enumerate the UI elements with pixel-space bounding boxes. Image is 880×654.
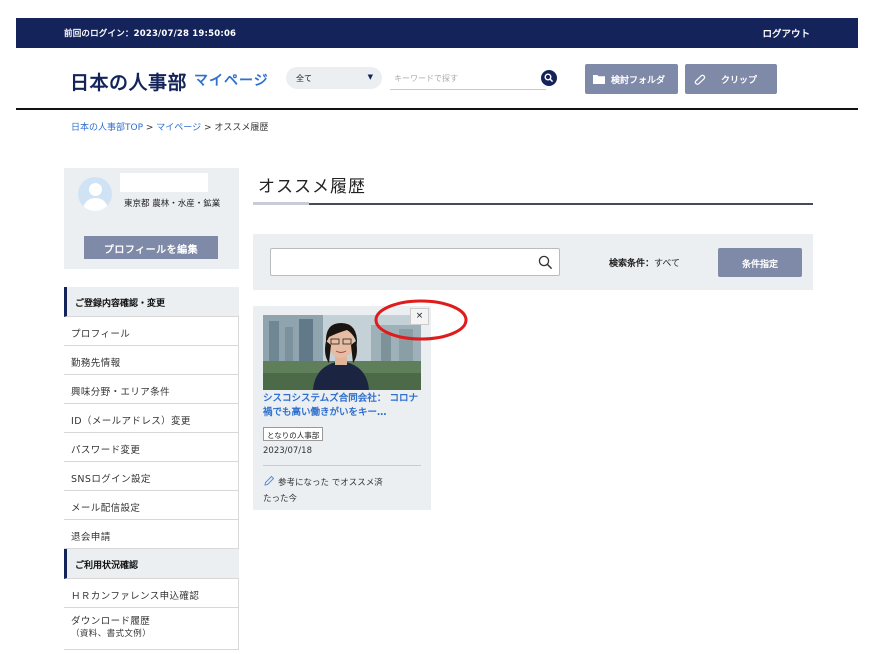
- sidebar-nav: ご登録内容確認・変更 プロフィール 勤務先情報 興味分野・エリア条件 ID（メー…: [64, 287, 239, 650]
- sidebar-item-withdraw[interactable]: 退会申請: [64, 520, 239, 549]
- title-underline: [253, 202, 813, 205]
- sidebar-item-hr-conference[interactable]: ＨＲカンファレンス申込確認: [64, 579, 239, 608]
- avatar-head: [89, 183, 102, 196]
- profile-panel: 東京都 農林・水産・鉱業 プロフィールを編集: [64, 168, 239, 269]
- mypage-link[interactable]: マイページ: [194, 70, 269, 90]
- sidebar-item-mail-settings[interactable]: メール配信設定: [64, 491, 239, 520]
- article-thumbnail[interactable]: [263, 315, 421, 390]
- site-header: 日本の人事部 マイページ 全て ▼ キーワードで探す 検討フォルダ クリップ: [16, 48, 858, 110]
- title-underline-accent: [253, 202, 309, 205]
- paperclip-icon: [694, 74, 706, 85]
- sidebar-item-password[interactable]: パスワード変更: [64, 433, 239, 462]
- article-date: 2023/07/18: [263, 446, 312, 456]
- recommend-card[interactable]: × シスコシステムズ合同会社： コロナ禍でも高い働きがいをキー… となりの人事部…: [253, 306, 431, 510]
- breadcrumb-mypage-link[interactable]: マイページ: [156, 123, 201, 133]
- sidebar-item-workplace[interactable]: 勤務先情報: [64, 346, 239, 375]
- breadcrumb-separator: >: [201, 123, 215, 133]
- card-close-button[interactable]: ×: [410, 308, 429, 325]
- keyword-search-input[interactable]: キーワードで探す: [390, 67, 546, 90]
- card-divider: [263, 465, 421, 466]
- page-title: オススメ履歴: [258, 177, 366, 197]
- category-select[interactable]: 全て ▼: [286, 67, 382, 89]
- category-select-value: 全て: [296, 74, 312, 83]
- breadcrumb-separator: >: [143, 123, 157, 133]
- clip-label: クリップ: [721, 75, 758, 86]
- search-icon[interactable]: [538, 255, 553, 270]
- condition-button[interactable]: 条件指定: [718, 248, 802, 277]
- clip-button[interactable]: クリップ: [685, 64, 777, 94]
- search-button[interactable]: [541, 70, 557, 86]
- last-login-text: 前回のログイン：2023/07/28 19:50:06: [64, 29, 237, 39]
- sidebar-item-download-history[interactable]: ダウンロード履歴 （資料、書式文例）: [64, 608, 239, 650]
- filter-panel: 検索条件：すべて 条件指定: [253, 234, 813, 290]
- search-condition: 検索条件：すべて: [609, 256, 680, 269]
- download-history-label: ダウンロード履歴: [71, 616, 151, 627]
- search-icon: [544, 73, 554, 83]
- avatar: [78, 177, 112, 211]
- sidebar-item-sns-login[interactable]: SNSログイン設定: [64, 462, 239, 491]
- folder-icon: [593, 75, 605, 84]
- search-condition-label: 検索条件：: [609, 259, 655, 269]
- download-history-sub: （資料、書式文例）: [71, 629, 152, 639]
- review-folder-label: 検討フォルダ: [611, 75, 666, 86]
- sidebar-section-usage: ご利用状況確認: [64, 549, 239, 579]
- user-name-box: [120, 173, 208, 192]
- article-title-link[interactable]: シスコシステムズ合同会社： コロナ禍でも高い働きがいをキー…: [263, 392, 423, 420]
- edit-profile-button[interactable]: プロフィールを編集: [84, 236, 218, 259]
- recommend-note: 参考になった でオススメ済 たった今: [263, 475, 423, 507]
- history-search-input[interactable]: [270, 248, 560, 276]
- site-logo[interactable]: 日本の人事部: [70, 68, 187, 95]
- recommend-note-rest: でオススメ済: [329, 478, 383, 488]
- category-tag: となりの人事部: [263, 427, 324, 441]
- top-bar: 前回のログイン：2023/07/28 19:50:06 ログアウト: [16, 18, 858, 48]
- recommend-note-strong: 参考になった: [278, 478, 330, 488]
- search-condition-value: すべて: [654, 259, 681, 269]
- recommend-note-time: たった今: [263, 494, 298, 504]
- breadcrumb-current: オススメ履歴: [214, 123, 269, 133]
- sidebar-section-registration: ご登録内容確認・変更: [64, 287, 239, 317]
- logout-link[interactable]: ログアウト: [762, 26, 810, 40]
- caret-down-icon: ▼: [367, 73, 373, 81]
- sidebar-item-profile[interactable]: プロフィール: [64, 317, 239, 346]
- review-folder-button[interactable]: 検討フォルダ: [585, 64, 678, 94]
- sidebar-item-email-change[interactable]: ID（メールアドレス）変更: [64, 404, 239, 433]
- breadcrumb: 日本の人事部TOP > マイページ > オススメ履歴: [71, 120, 268, 133]
- avatar-body: [83, 198, 108, 211]
- pencil-icon: [264, 475, 275, 486]
- breadcrumb-top-link[interactable]: 日本の人事部TOP: [71, 123, 143, 133]
- user-location: 東京都 農林・水産・鉱業: [124, 199, 221, 209]
- sidebar-item-interests[interactable]: 興味分野・エリア条件: [64, 375, 239, 404]
